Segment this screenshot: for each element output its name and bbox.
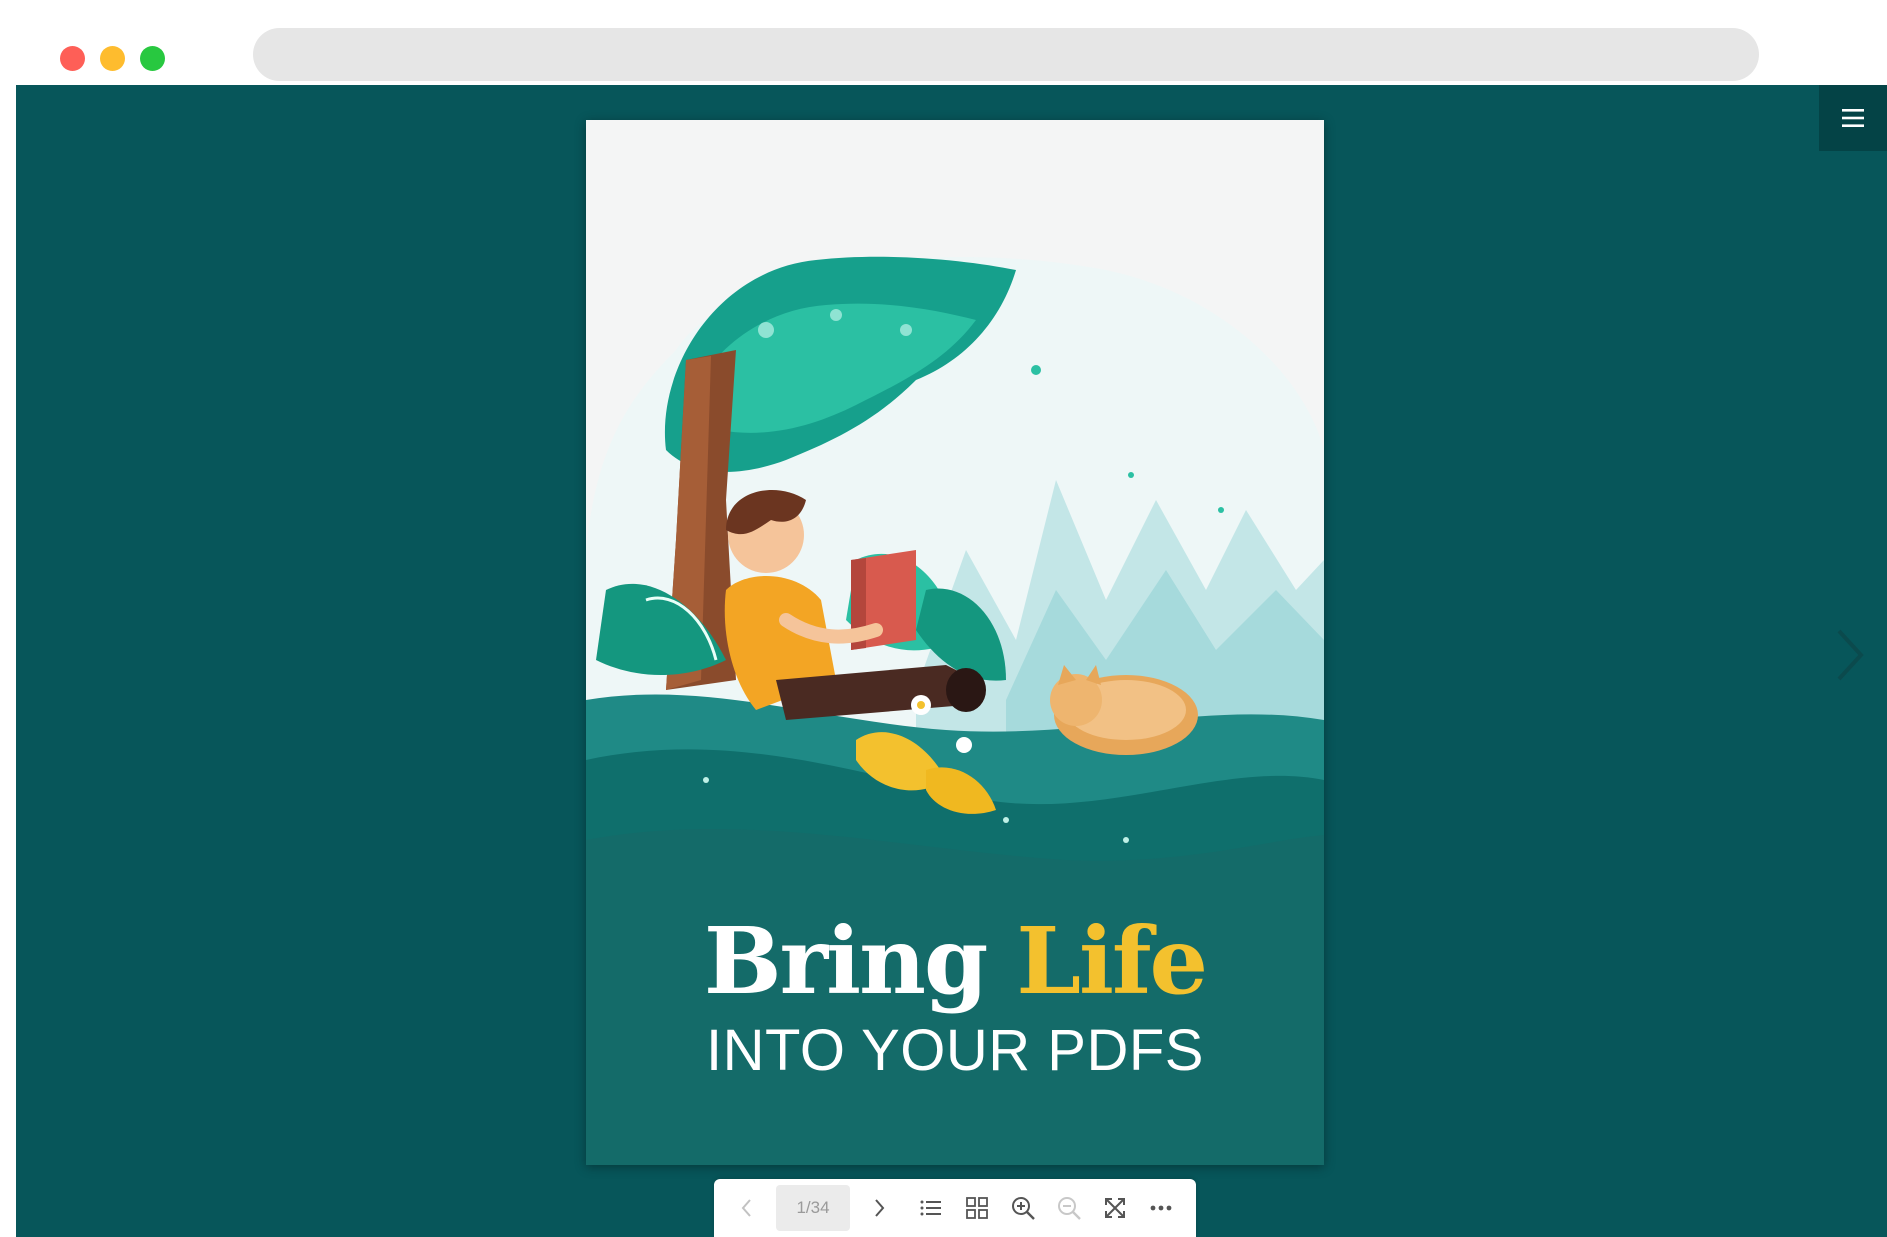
fullscreen-button[interactable] <box>1092 1185 1138 1231</box>
more-icon <box>1150 1205 1172 1211</box>
cover-page: Bring Life INTO YOUR PDFS <box>586 120 1324 1165</box>
cover-title-word-2: Life <box>1016 907 1208 1015</box>
zoom-out-icon <box>1058 1197 1081 1220</box>
cover-title: Bring Life <box>586 915 1324 1007</box>
list-icon <box>920 1200 941 1216</box>
cover-subtitle: INTO YOUR PDFS <box>706 1018 1204 1083</box>
previous-page-button[interactable] <box>724 1185 770 1231</box>
browser-window-chrome <box>16 8 1887 85</box>
grid-icon <box>966 1197 988 1219</box>
hamburger-menu-icon <box>1842 109 1864 127</box>
address-bar[interactable] <box>253 28 1759 81</box>
next-page-arrow-icon[interactable] <box>1829 625 1869 685</box>
chevron-right-icon <box>875 1199 885 1217</box>
zoom-in-icon <box>1012 1197 1035 1220</box>
menu-button[interactable] <box>1819 85 1887 151</box>
thumbnails-button[interactable] <box>954 1185 1000 1231</box>
fullscreen-icon <box>1105 1198 1125 1218</box>
table-of-contents-button[interactable] <box>908 1185 954 1231</box>
window-minimize-button[interactable] <box>100 46 125 71</box>
zoom-in-button[interactable] <box>1000 1185 1046 1231</box>
window-close-button[interactable] <box>60 46 85 71</box>
more-options-button[interactable] <box>1138 1185 1184 1231</box>
window-maximize-button[interactable] <box>140 46 165 71</box>
viewer-toolbar: 1/34 <box>714 1179 1196 1237</box>
flipbook-viewer: Bring Life INTO YOUR PDFS <box>16 85 1887 1237</box>
page-indicator[interactable]: 1/34 <box>776 1185 850 1231</box>
zoom-out-button[interactable] <box>1046 1185 1092 1231</box>
chevron-left-icon <box>741 1199 751 1217</box>
next-page-button[interactable] <box>856 1185 902 1231</box>
cover-title-word-1: Bring <box>703 907 988 1015</box>
